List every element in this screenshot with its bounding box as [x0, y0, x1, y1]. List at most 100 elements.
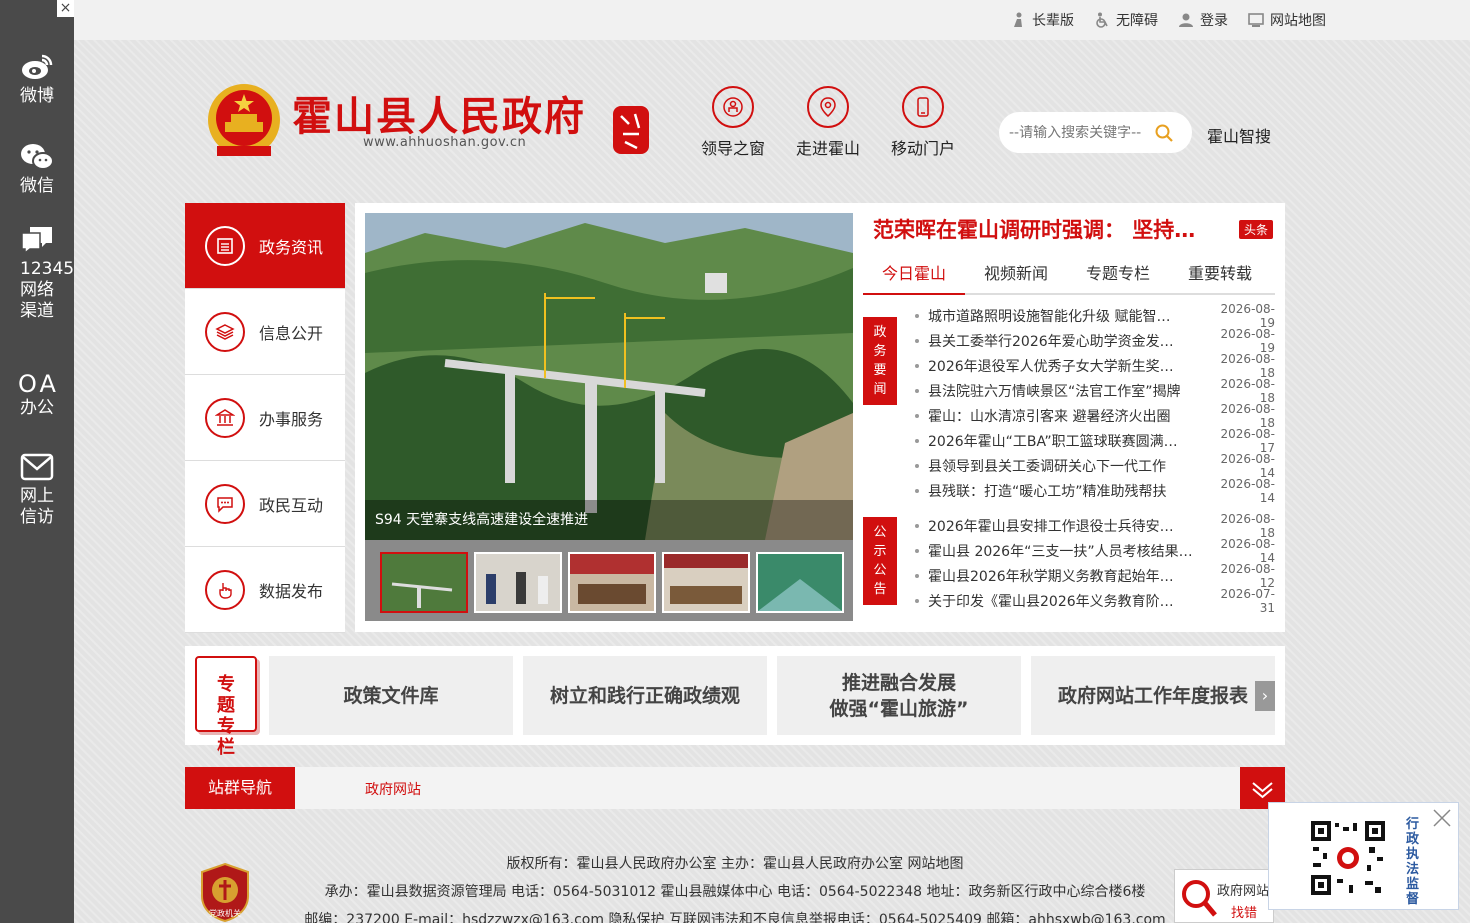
- news-item[interactable]: 城市道路照明设施智能化升级 赋能智… 2026-08-19: [915, 302, 1275, 330]
- headline-title[interactable]: 范荣晖在霍山调研时强调： 坚持…: [873, 214, 1195, 244]
- envelope-icon: [20, 453, 54, 481]
- login-link[interactable]: 登录: [1178, 10, 1228, 30]
- smart-search-link[interactable]: 霍山智搜: [1207, 123, 1271, 147]
- leader-icon: [712, 86, 754, 128]
- thumbnail-4[interactable]: [662, 552, 750, 613]
- sitemap-label: 网站地图: [1270, 13, 1326, 29]
- location-pin-icon: [807, 86, 849, 128]
- topic-card-4-label: 政府网站工作年度报表: [1057, 684, 1248, 707]
- topic-card-3[interactable]: 推进融合发展 做强“霍山旅游”: [777, 656, 1021, 735]
- thumbnail-1[interactable]: [380, 552, 468, 613]
- gov-sites-link[interactable]: 政府网站: [365, 779, 421, 799]
- topic-card-3-line1: 推进融合发展: [841, 671, 956, 694]
- main-menu: 政务资讯 信息公开 办事服务 政民互动 数据发布: [185, 203, 345, 633]
- petition-label: 网上 信访: [20, 486, 54, 527]
- news-item[interactable]: 县领导到县关工委调研关心下一代工作 2026-08-14: [915, 452, 1275, 480]
- news-item[interactable]: 县残联：打造“暖心工坊”精准助残帮扶 2026-08-14: [915, 477, 1275, 505]
- news-item[interactable]: 县关工委举行2026年爱心助学资金发… 2026-08-19: [915, 327, 1275, 355]
- footer-line-2: 承办：霍山县数据资源管理局 电话：0564-5031012 霍山县融媒体中心 电…: [324, 884, 1146, 900]
- search-input[interactable]: [1009, 124, 1154, 141]
- chat-bubbles-icon: [21, 227, 52, 255]
- slide-thumbnails: [380, 552, 844, 613]
- notice-item[interactable]: 霍山县 2026年“三支一扶”人员考核结果… 2026-08-14: [915, 537, 1275, 565]
- menu-interaction[interactable]: 政民互动: [185, 461, 345, 547]
- site-error-report-button[interactable]: 政府网站 找错: [1174, 869, 1274, 923]
- tab-today-huoshan[interactable]: 今日霍山: [863, 255, 966, 295]
- site-title[interactable]: 霍山县人民政府: [292, 84, 586, 142]
- top-bar: 长辈版 无障碍 登录 网站地图: [74, 0, 1470, 40]
- menu-services-label: 办事服务: [259, 409, 324, 429]
- tab-reprints[interactable]: 重要转载: [1169, 255, 1271, 293]
- topic-card-2[interactable]: 树立和践行正确政绩观: [523, 656, 767, 735]
- slide-image[interactable]: [365, 213, 853, 540]
- photo-slider: S94 天堂寨支线高速建设全速推进: [365, 213, 853, 621]
- qr-code-icon[interactable]: [1309, 819, 1387, 897]
- close-icon[interactable]: [1431, 807, 1453, 829]
- monitor-icon: [1248, 13, 1264, 27]
- news-item[interactable]: 县法院驻六万情峡景区“法官工作室”揭牌 2026-08-18: [915, 377, 1275, 405]
- elder-mode-link[interactable]: 长辈版: [1010, 10, 1074, 30]
- search-icon[interactable]: [1154, 123, 1174, 143]
- nav-mobile-label: 移动门户: [890, 139, 955, 158]
- tab-video-news[interactable]: 视频新闻: [965, 255, 1067, 293]
- thumbnail-3[interactable]: [568, 552, 656, 613]
- government-building-icon: [205, 397, 245, 438]
- hotline-label: 12345 网络 渠道: [20, 259, 75, 321]
- nav-mobile-portal[interactable]: 移动门户: [878, 86, 968, 159]
- special-topics: 专题专栏 ‹ 政策文件库 树立和践行正确政绩观 推进融合发展 做强“霍山旅游” …: [185, 646, 1285, 758]
- slide-caption[interactable]: S94 天堂寨支线高速建设全速推进: [365, 500, 853, 540]
- news-item[interactable]: 2026年退役军人优秀子女大学新生奖… 2026-08-18: [915, 352, 1275, 380]
- news-doc-icon: [205, 225, 245, 266]
- law-enforcement-qr-popup: 行政执法监督: [1268, 802, 1459, 910]
- hand-pointer-icon: [205, 569, 245, 610]
- layers-icon: [205, 311, 245, 352]
- error-report-label-1: 政府网站: [1217, 884, 1270, 899]
- oa-link[interactable]: OA 办公: [0, 370, 74, 419]
- national-emblem-icon[interactable]: [205, 80, 283, 162]
- user-icon: [1179, 13, 1193, 27]
- weibo-link[interactable]: 微博: [0, 52, 74, 107]
- notices-list: 2026年霍山县安排工作退役士兵待安… 2026-08-18 霍山县 2026年“…: [915, 512, 1275, 615]
- station-nav: 站群导航 政府网站: [185, 767, 1285, 809]
- topic-card-1[interactable]: 政策文件库: [269, 656, 513, 735]
- notice-item[interactable]: 2026年霍山县安排工作退役士兵待安… 2026-08-18: [915, 512, 1275, 540]
- menu-info-disclosure[interactable]: 信息公开: [185, 289, 345, 375]
- menu-gov-news[interactable]: 政务资讯: [185, 203, 345, 289]
- close-icon[interactable]: ×: [57, 0, 74, 17]
- thumbnail-2[interactable]: [474, 552, 562, 613]
- site-url: www.ahhuoshan.gov.cn: [363, 135, 527, 150]
- petition-link[interactable]: 网上 信访: [0, 452, 60, 528]
- menu-interaction-label: 政民互动: [259, 495, 324, 515]
- sitemap-link[interactable]: 网站地图: [1248, 10, 1326, 30]
- news-item[interactable]: 霍山：山水清凉引客来 避暑经济火出圈 2026-08-18: [915, 402, 1275, 430]
- menu-data-release[interactable]: 数据发布: [185, 547, 345, 633]
- news-tabs: 今日霍山 视频新闻 专题专栏 重要转载: [863, 255, 1275, 295]
- topic-card-4[interactable]: 政府网站工作年度报表: [1031, 656, 1275, 735]
- accessibility-label: 无障碍: [1116, 13, 1158, 29]
- headline-badge: 头条: [1239, 220, 1274, 239]
- wechat-link[interactable]: 微信: [0, 142, 74, 197]
- news-panel: S94 天堂寨支线高速建设全速推进 范荣晖在霍山调研时强调： 坚持… 头条 今日…: [355, 203, 1285, 632]
- nav-about-huoshan[interactable]: 走进霍山: [783, 86, 873, 159]
- thumbnail-5[interactable]: [756, 552, 844, 613]
- menu-services[interactable]: 办事服务: [185, 375, 345, 461]
- login-label: 登录: [1200, 13, 1228, 29]
- nav-leaders[interactable]: 领导之窗: [688, 86, 778, 159]
- menu-info-label: 信息公开: [259, 323, 324, 343]
- tab-special-topics[interactable]: 专题专栏: [1067, 255, 1169, 293]
- topics-next-button[interactable]: ›: [1255, 681, 1275, 711]
- notice-item[interactable]: 关于印发《霍山县2026年义务教育阶… 2026-07-31: [915, 587, 1275, 615]
- section-gov-news-tag: 政务要闻: [863, 317, 897, 405]
- chat-icon: [205, 483, 245, 524]
- news-item[interactable]: 2026年霍山“工BA”职工篮球联赛圆满… 2026-08-17: [915, 427, 1275, 455]
- wheelchair-icon: [1096, 12, 1108, 28]
- hotline-12345-link[interactable]: 12345 网络 渠道: [0, 225, 74, 322]
- accessibility-link[interactable]: 无障碍: [1094, 10, 1158, 30]
- menu-gov-news-label: 政务资讯: [259, 237, 324, 257]
- section-notices-tag: 公示公告: [863, 517, 897, 605]
- notice-item[interactable]: 霍山县2026年秋学期义务教育起始年… 2026-08-12: [915, 562, 1275, 590]
- footer-line-1: 版权所有：霍山县人民政府办公室 主办：霍山县人民政府办公室 网站地图: [506, 856, 964, 872]
- station-nav-title: 站群导航: [185, 767, 295, 809]
- topic-card-3-line2: 做强“霍山旅游”: [829, 697, 969, 720]
- qr-popup-label: 行政执法监督: [1406, 817, 1420, 907]
